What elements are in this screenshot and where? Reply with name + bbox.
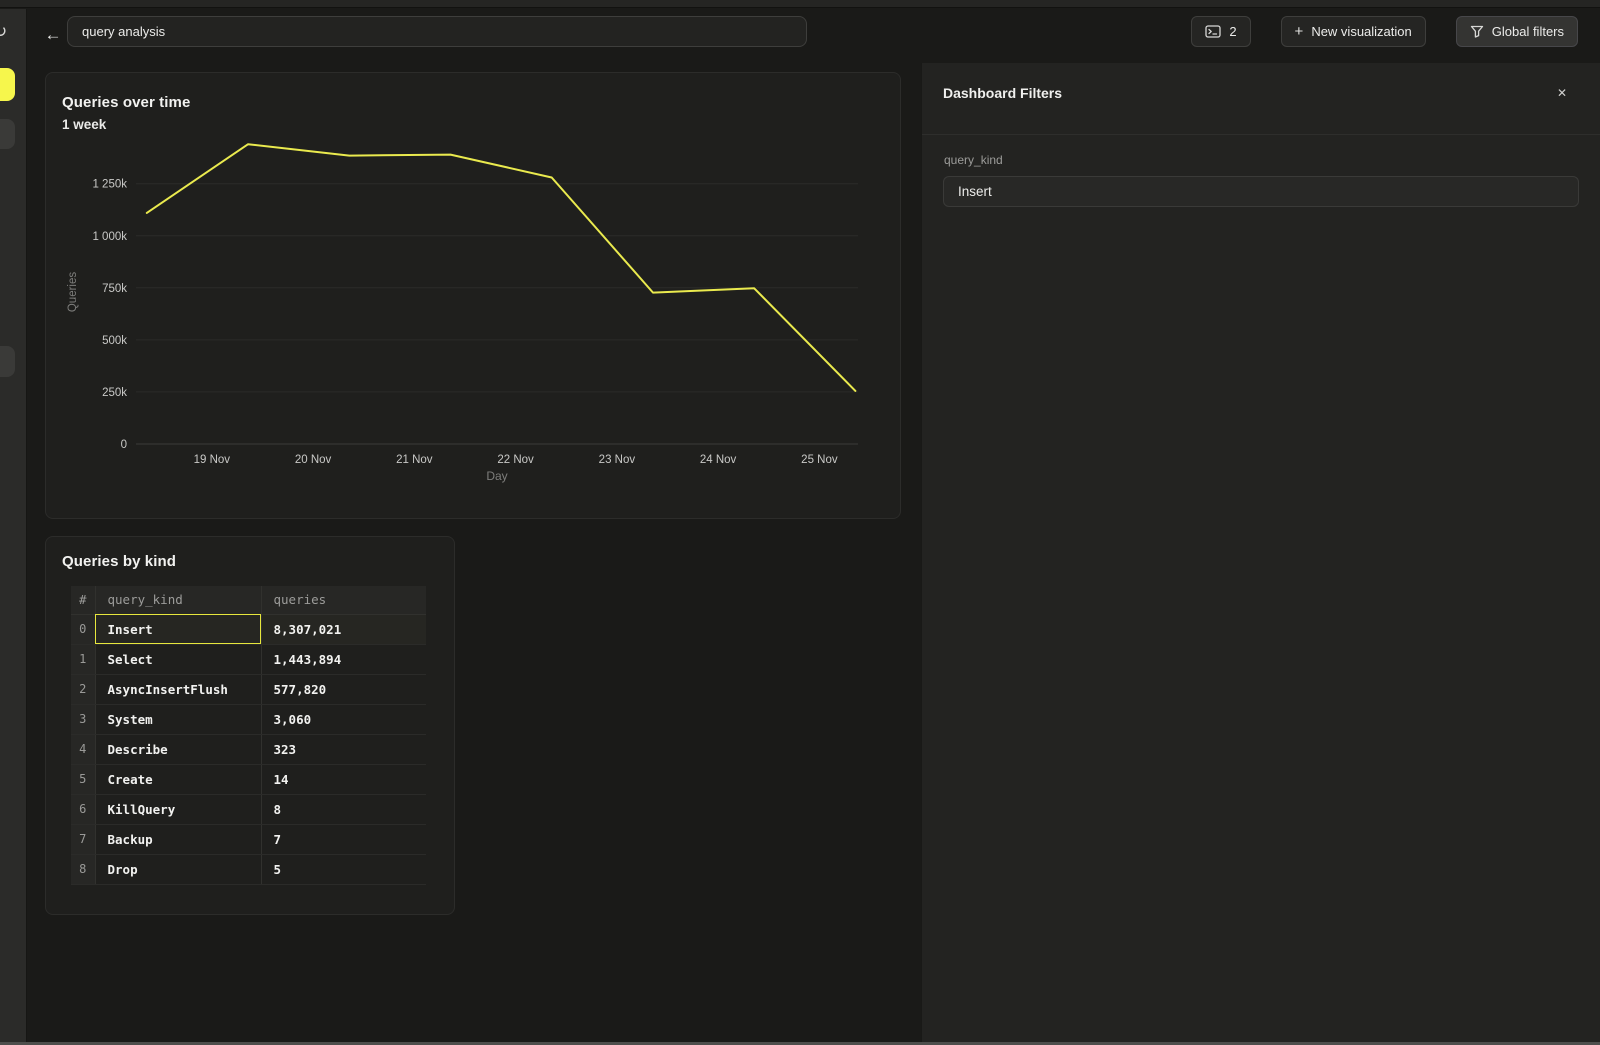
row-index-cell: 3 — [71, 704, 95, 734]
back-arrow-icon[interactable]: ← — [39, 21, 67, 49]
row-index-cell: 7 — [71, 824, 95, 854]
queries-over-time-card: 0 250k 500k 750k 1 000k 1 250k 19 Nov 20 Nov 21 … — [45, 72, 901, 519]
y-axis-title: Queries — [67, 272, 79, 313]
queries-count-cell[interactable]: 577,820 — [261, 674, 426, 704]
new-visualization-label: New visualization — [1311, 24, 1411, 39]
queries-count-cell[interactable]: 8,307,021 — [261, 614, 426, 644]
global-filters-button[interactable]: Global filters — [1456, 16, 1578, 47]
queries-count-cell[interactable]: 323 — [261, 734, 426, 764]
queries-count-cell[interactable]: 8 — [261, 794, 426, 824]
plus-icon: + — [1295, 23, 1304, 40]
table-row: 3System3,060 — [71, 704, 426, 734]
column-header-queries: queries — [261, 586, 426, 614]
row-index-cell: 5 — [71, 764, 95, 794]
rail-item[interactable] — [0, 119, 15, 149]
filters-panel-title: Dashboard Filters — [943, 85, 1062, 101]
query-kind-cell[interactable]: Create — [95, 764, 261, 794]
rail-item[interactable] — [0, 346, 15, 377]
console-count: 2 — [1229, 24, 1236, 39]
row-index-cell: 6 — [71, 794, 95, 824]
funnel-icon — [1470, 25, 1484, 38]
y-tick-label: 500k — [102, 335, 127, 347]
x-tick-label: 19 Nov — [194, 454, 231, 466]
table-row: 5Create14 — [71, 764, 426, 794]
table-row: 2AsyncInsertFlush577,820 — [71, 674, 426, 704]
column-header-query-kind: query_kind — [95, 586, 261, 614]
x-tick-label: 24 Nov — [700, 454, 737, 466]
chart-subtitle: 1 week — [62, 117, 106, 132]
queries-count-cell[interactable]: 1,443,894 — [261, 644, 426, 674]
terminal-icon — [1205, 25, 1221, 38]
close-icon[interactable]: ✕ — [1552, 83, 1572, 103]
query-kind-cell[interactable]: Select — [95, 644, 261, 674]
queries-by-kind-table: # query_kind queries 0Insert8,307,0211Se… — [71, 586, 426, 885]
table-header-row: # query_kind queries — [71, 586, 426, 614]
console-count-button[interactable]: 2 — [1191, 16, 1250, 47]
row-index-cell: 2 — [71, 674, 95, 704]
queries-count-cell[interactable]: 7 — [261, 824, 426, 854]
chart-title: Queries over time — [62, 94, 190, 111]
column-header-index: # — [71, 586, 95, 614]
y-tick-label: 750k — [102, 283, 127, 295]
filter-field-label: query_kind — [944, 153, 1003, 167]
queries-count-cell[interactable]: 3,060 — [261, 704, 426, 734]
queries-line-series — [147, 144, 856, 391]
top-bar: ← 2 + New visualization Global filter — [27, 8, 1600, 63]
query-kind-cell[interactable]: Insert — [95, 614, 261, 644]
topbar-actions: 2 + New visualization Global filters — [1191, 16, 1578, 47]
y-tick-label: 250k — [102, 387, 127, 399]
row-index-cell: 1 — [71, 644, 95, 674]
left-rail: ↻ — [0, 9, 27, 1042]
query-kind-filter-input[interactable] — [943, 176, 1579, 207]
query-kind-cell[interactable]: Describe — [95, 734, 261, 764]
row-index-cell: 4 — [71, 734, 95, 764]
dashboard-canvas: 0250k500k750k1 000k1 250k19 Nov20 Nov21 … — [27, 63, 921, 1043]
table-row: 7Backup7 — [71, 824, 426, 854]
x-tick-label: 21 Nov — [396, 454, 433, 466]
table-row: 0Insert8,307,021 — [71, 614, 426, 644]
queries-count-cell[interactable]: 5 — [261, 854, 426, 884]
query-kind-cell[interactable]: Backup — [95, 824, 261, 854]
row-index-cell: 0 — [71, 614, 95, 644]
table-row: 1Select1,443,894 — [71, 644, 426, 674]
x-axis-title: Day — [486, 469, 507, 483]
query-kind-cell[interactable]: AsyncInsertFlush — [95, 674, 261, 704]
dashboard-filters-panel: Dashboard Filters ✕ query_kind — [921, 63, 1600, 1043]
global-filters-label: Global filters — [1492, 24, 1564, 39]
table-row: 4Describe323 — [71, 734, 426, 764]
dashboard-title-input[interactable] — [67, 16, 807, 47]
y-tick-label: 1 000k — [92, 231, 127, 243]
y-tick-label: 0 — [121, 439, 127, 451]
rail-item-active[interactable] — [0, 68, 15, 101]
table-row: 6KillQuery8 — [71, 794, 426, 824]
queries-line-chart: 0 250k 500k 750k 1 000k 1 250k 19 Nov 20 Nov 21 … — [46, 73, 902, 520]
x-tick-label: 23 Nov — [599, 454, 636, 466]
new-visualization-button[interactable]: + New visualization — [1281, 16, 1426, 47]
panel-divider — [922, 134, 1600, 135]
y-tick-label: 1 250k — [92, 179, 127, 191]
table-title: Queries by kind — [62, 553, 176, 570]
window-top-strip — [0, 0, 1600, 8]
x-tick-label: 25 Nov — [801, 454, 838, 466]
history-icon[interactable]: ↻ — [0, 22, 26, 42]
query-kind-cell[interactable]: KillQuery — [95, 794, 261, 824]
query-kind-cell[interactable]: Drop — [95, 854, 261, 884]
table-row: 8Drop5 — [71, 854, 426, 884]
query-kind-cell[interactable]: System — [95, 704, 261, 734]
queries-by-kind-card: Queries by kind # query_kind queries 0In… — [45, 536, 455, 915]
x-tick-label: 20 Nov — [295, 454, 332, 466]
row-index-cell: 8 — [71, 854, 95, 884]
x-tick-label: 22 Nov — [497, 454, 534, 466]
queries-count-cell[interactable]: 14 — [261, 764, 426, 794]
